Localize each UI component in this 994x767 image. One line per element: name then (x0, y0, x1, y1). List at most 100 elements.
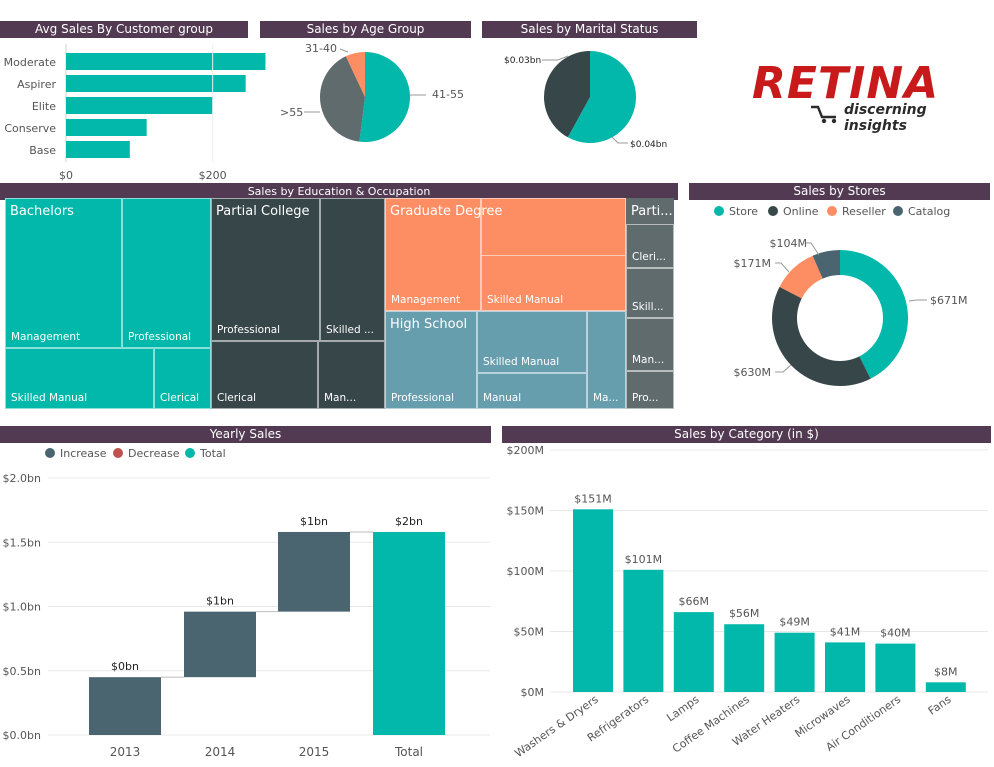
treemap-cell: Professional (122, 198, 211, 348)
treemap-cell: Man... (626, 318, 674, 371)
waterfall-bar-0 (89, 677, 161, 735)
legend-marker-0 (45, 448, 55, 458)
bar-3 (66, 119, 147, 136)
logo-tagline: discerning insights (844, 102, 927, 134)
leader-line-3 (805, 242, 820, 256)
treemap-cell-label: Skilled Manual (11, 392, 88, 404)
bar-3 (724, 624, 765, 692)
legend-label-1: Decrease (128, 447, 180, 460)
legend-marker-2 (827, 206, 837, 216)
treemap-cell: Skill... (626, 268, 674, 318)
value-label-5: $41M (830, 625, 861, 638)
treemap-cell: Man... (318, 341, 385, 409)
value-label-3: $2bn (395, 515, 423, 528)
treemap-group-label: Graduate Degree (390, 204, 503, 219)
waterfall-bar-1 (184, 611, 256, 678)
bar-6 (875, 643, 916, 692)
customer-chart-title: Avg Sales By Customer group (0, 21, 248, 38)
treemap-cell-label: Pro... (632, 392, 659, 404)
leader-line-1 (775, 364, 792, 373)
legend-label-2: Reseller (842, 205, 886, 218)
treemap-cell-label: Skilled Manual (483, 356, 560, 368)
x-tick-label-2: 2015 (299, 745, 330, 759)
bar-7 (925, 682, 966, 692)
treemap-cell-label: Man... (632, 354, 665, 366)
leader-line-2 (775, 262, 790, 273)
bar-1 (66, 75, 246, 92)
bar-5 (825, 642, 865, 692)
value-label-0: $671M (930, 294, 968, 307)
bar-4 (774, 632, 815, 692)
x-tick-label-3: Total (394, 745, 423, 759)
treemap-cell: Manual (477, 373, 587, 409)
bar-0 (66, 53, 266, 70)
treemap-group-label: High School (390, 317, 468, 332)
x-tick-label-0: 2013 (110, 745, 141, 759)
y-tick-label-1: $50M (514, 626, 545, 639)
treemap-cell-label: Manual (483, 392, 522, 404)
x-tick-label-2: Lamps (664, 693, 701, 725)
legend-label-1: Online (783, 205, 819, 218)
edu-treemap: Management Professional Skilled Manual Cler… (5, 198, 674, 409)
treemap-cell: Clerical (211, 341, 318, 409)
leader-line-0 (611, 136, 628, 144)
category-label-0: Moderate (4, 56, 57, 69)
bar-2 (66, 97, 213, 114)
treemap-group-0: Management Professional Skilled Manual Cler… (5, 198, 211, 409)
legend-label-2: Total (199, 447, 226, 460)
age-pie-chart: 41-55 >55 31-40 (280, 42, 464, 142)
donut-slice-1 (772, 286, 871, 386)
x-tick-label-7: Fans (926, 693, 954, 718)
treemap-cell-label: Skilled ... (326, 324, 374, 336)
legend-label-0: Store (729, 205, 758, 218)
legend-marker-1 (768, 206, 778, 216)
customer-bar-chart: Moderate Aspirer Elite Conserve Base$0 $200 (4, 44, 266, 182)
treemap-cell-label: Clerical (160, 392, 200, 404)
age-chart-title: Sales by Age Group (260, 21, 471, 38)
treemap-cell: Professional (211, 198, 320, 341)
treemap-group-label: Partial College (216, 204, 310, 219)
treemap-cell-label: Cleri... (632, 251, 666, 263)
treemap-cell: Clerical (154, 348, 211, 409)
legend-marker-2 (185, 448, 195, 458)
treemap-cell-label: Man... (324, 392, 357, 404)
treemap-cell: Skilled Manual (477, 311, 587, 373)
treemap-cell: Management (5, 198, 122, 348)
treemap-cell: Pro... (626, 371, 674, 409)
category-label-2: Elite (32, 100, 56, 113)
y-tick-label-3: $1.5bn (3, 536, 41, 549)
stores-donut-chart: Store Online Reseller Catalog $671M $630M $171… (714, 205, 968, 386)
marital-chart-title: Sales by Marital Status (482, 21, 697, 38)
x-tick-label-1: 2014 (205, 745, 236, 759)
retina-logo: RETINA discerning insights (752, 58, 992, 134)
value-label-3: $104M (770, 237, 808, 250)
treemap-cell-label: Professional (391, 392, 455, 404)
treemap-group-2: ManagementProfessionalSkilled ManualGrad… (385, 198, 626, 311)
treemap-cell-label: Ma... (593, 392, 619, 404)
legend-marker-0 (714, 206, 724, 216)
y-tick-label-0: $0M (521, 686, 545, 699)
treemap-cell-label: Skilled Manual (487, 294, 564, 306)
slice-label-1: $0.03bn (504, 56, 541, 66)
waterfall-bar-2 (278, 531, 350, 612)
treemap-cell: Cleri... (626, 224, 674, 268)
value-label-6: $40M (880, 627, 911, 640)
y-tick-label-2: $100M (507, 565, 545, 578)
y-tick-label-3: $150M (507, 505, 545, 518)
treemap-cell: Ma... (587, 311, 626, 409)
legend-label-3: Catalog (908, 205, 950, 218)
treemap-cell-label: Management (11, 331, 81, 343)
treemap-cell-label: Management (391, 294, 461, 306)
donut-slice-0 (840, 250, 908, 379)
leader-line-2 (339, 48, 349, 53)
value-label-3: $56M (729, 607, 760, 620)
value-label-2: $171M (734, 257, 772, 270)
y-tick-label-4: $200M (507, 444, 545, 457)
category-chart-title: Sales by Category (in $) (502, 426, 991, 443)
cart-icon (811, 105, 837, 124)
leader-line-0 (908, 299, 927, 302)
treemap-cell: Skilled ... (320, 198, 385, 341)
marital-pie-chart: $0.04bn $0.03bn (504, 51, 667, 150)
treemap-cell-label: Clerical (217, 392, 257, 404)
treemap-group-1: Professional Skilled ... Clerical Man... Par… (211, 198, 385, 409)
